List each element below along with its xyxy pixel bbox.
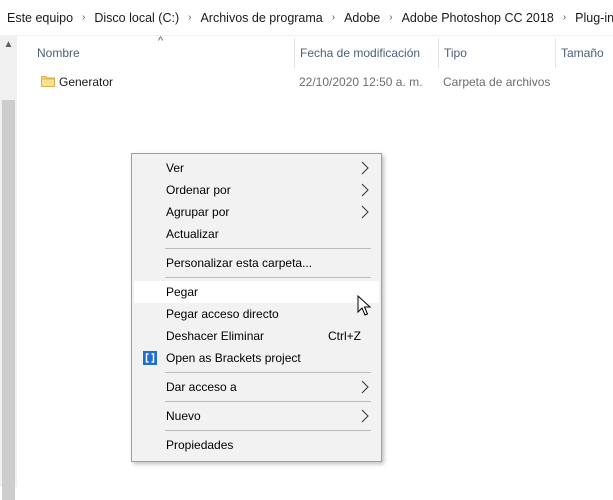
menu-item-label: Pegar acceso directo	[166, 307, 279, 321]
breadcrumb: Este equipo › Disco local (C:) › Archivo…	[0, 0, 613, 36]
folder-icon	[41, 76, 55, 87]
column-header-modified[interactable]: Fecha de modificación	[294, 38, 438, 68]
menu-item-dar-acceso[interactable]: Dar acceso a	[134, 376, 379, 398]
file-name[interactable]: Generator	[59, 71, 113, 93]
menu-item-ordenar-por[interactable]: Ordenar por	[134, 179, 379, 201]
scrollbar-thumb[interactable]	[2, 100, 15, 500]
breadcrumb-item-adobe[interactable]: Adobe	[344, 11, 380, 25]
menu-item-label: Agrupar por	[166, 205, 230, 219]
menu-item-label: Actualizar	[166, 227, 219, 241]
menu-separator	[165, 277, 371, 278]
menu-item-agrupar-por[interactable]: Agrupar por	[134, 201, 379, 223]
menu-item-open-brackets[interactable]: Open as Brackets project	[134, 347, 379, 369]
menu-item-label: Open as Brackets project	[166, 351, 301, 365]
chevron-right-icon	[361, 183, 369, 197]
chevron-right-icon[interactable]: ›	[563, 12, 566, 23]
chevron-right-icon	[361, 409, 369, 423]
menu-item-personalizar-carpeta[interactable]: Personalizar esta carpeta...	[134, 252, 379, 274]
scroll-up-arrow-icon[interactable]: ▲	[0, 36, 17, 53]
menu-item-label: Nuevo	[166, 409, 201, 423]
context-menu: Ver Ordenar por Agrupar por Actualizar P…	[131, 153, 382, 462]
chevron-right-icon	[361, 380, 369, 394]
column-header-name[interactable]: Nombre	[32, 38, 294, 68]
menu-item-pegar[interactable]: Pegar	[134, 281, 379, 303]
chevron-right-icon[interactable]: ›	[332, 12, 335, 23]
menu-item-label: Ordenar por	[166, 183, 231, 197]
file-row-generator[interactable]: Generator 22/10/2020 12:50 a. m. Carpeta…	[17, 71, 613, 93]
menu-item-propiedades[interactable]: Propiedades	[134, 434, 379, 456]
menu-item-deshacer-eliminar[interactable]: Deshacer Eliminar Ctrl+Z	[134, 325, 379, 347]
breadcrumb-item-photoshop[interactable]: Adobe Photoshop CC 2018	[402, 11, 554, 25]
chevron-right-icon	[361, 161, 369, 175]
file-modified: 22/10/2020 12:50 a. m.	[299, 75, 423, 89]
menu-item-ver[interactable]: Ver	[134, 157, 379, 179]
menu-item-actualizar[interactable]: Actualizar	[134, 223, 379, 245]
menu-item-label: Ver	[166, 161, 185, 175]
menu-separator	[165, 401, 371, 402]
menu-separator	[165, 430, 371, 431]
menu-item-label: Deshacer Eliminar	[166, 329, 265, 343]
chevron-right-icon[interactable]: ›	[82, 12, 85, 23]
breadcrumb-item-este-equipo[interactable]: Este equipo	[7, 11, 73, 25]
chevron-right-icon[interactable]: ›	[389, 12, 392, 23]
menu-item-label: Pegar	[166, 285, 199, 299]
vertical-scrollbar[interactable]: ▲	[0, 36, 17, 500]
menu-item-label: Dar acceso a	[166, 380, 237, 394]
chevron-right-icon	[361, 205, 369, 219]
menu-item-nuevo[interactable]: Nuevo	[134, 405, 379, 427]
menu-item-label: Propiedades	[166, 438, 234, 452]
menu-item-shortcut: Ctrl+Z	[328, 329, 361, 343]
menu-item-pegar-acceso-directo[interactable]: Pegar acceso directo	[134, 303, 379, 325]
brackets-icon	[143, 351, 157, 365]
menu-separator	[165, 372, 371, 373]
column-header-size[interactable]: Tamaño	[555, 38, 613, 68]
column-header-row: ^ Nombre Fecha de modificación Tipo Tama…	[17, 35, 613, 68]
breadcrumb-item-archivos-de-programa[interactable]: Archivos de programa	[200, 11, 322, 25]
mouse-cursor-icon	[357, 295, 371, 316]
menu-item-label: Personalizar esta carpeta...	[166, 256, 313, 270]
chevron-right-icon[interactable]: ›	[188, 12, 191, 23]
file-type: Carpeta de archivos	[443, 75, 551, 89]
breadcrumb-item-disco-local[interactable]: Disco local (C:)	[94, 11, 179, 25]
menu-separator	[165, 248, 371, 249]
column-header-type[interactable]: Tipo	[438, 38, 555, 68]
breadcrumb-item-plug-ins[interactable]: Plug-ins	[575, 11, 613, 25]
